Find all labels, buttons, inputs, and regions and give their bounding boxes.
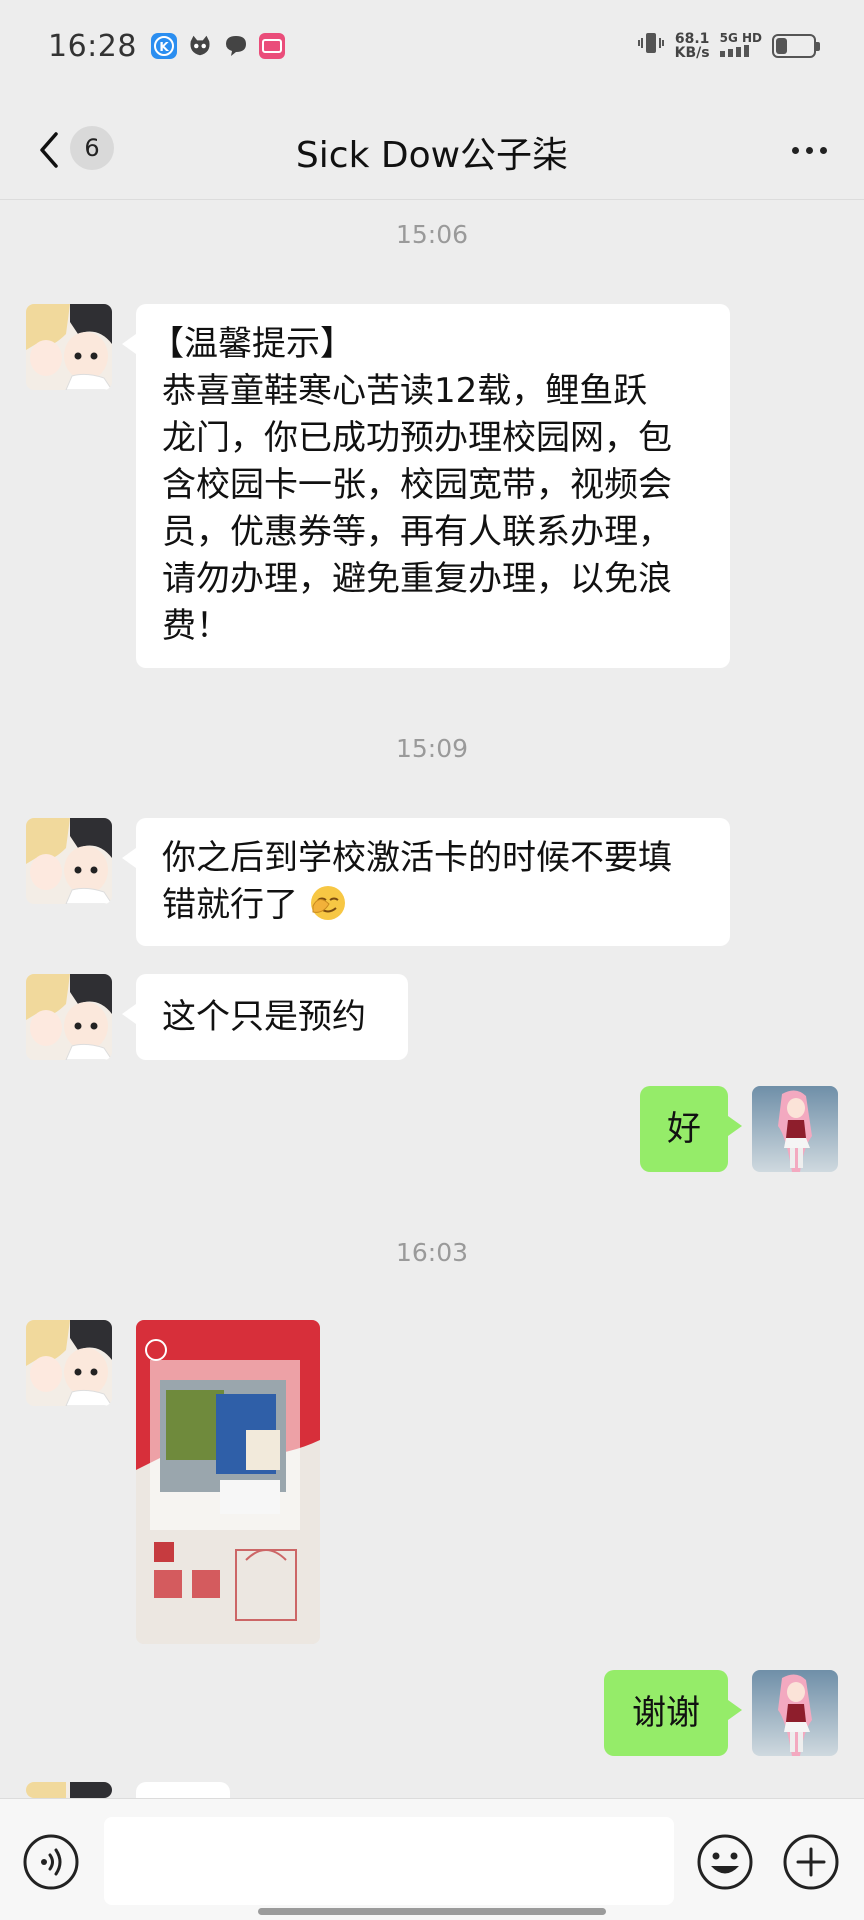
status-clock: 16:28	[48, 28, 137, 64]
home-indicator[interactable]	[258, 1908, 606, 1915]
chat-bubble-icon	[223, 33, 249, 59]
more-options-icon[interactable]	[784, 130, 834, 170]
chat-title: Sick Dow公子柒	[295, 135, 569, 176]
message-text-line: 【温馨提示】	[150, 324, 354, 364]
emoji-icon[interactable]	[696, 1833, 754, 1891]
voice-icon[interactable]	[22, 1833, 80, 1891]
status-bar: 16:28 K 68.1 KB/s 5G HD	[0, 0, 864, 92]
message-text-line: 恭喜童鞋寒心苦读12载，鲤鱼跃	[162, 371, 648, 411]
message-text-line: 员，优惠券等，再有人联系办理，	[162, 512, 672, 552]
signal-indicator: 5G HD	[719, 31, 762, 60]
message-text: 这个只是预约	[162, 997, 366, 1037]
contact-avatar[interactable]	[26, 974, 112, 1060]
incoming-message-bubble[interactable]: 这个只是预约	[122, 974, 408, 1060]
net-speed: 68.1 KB/s	[675, 32, 710, 60]
facepalm-emoji-icon	[310, 886, 345, 920]
incoming-message-bubble[interactable]: 【温馨提示】 恭喜童鞋寒心苦读12载，鲤鱼跃 龙门，你已成功预办理校园网，包 含…	[122, 304, 730, 668]
my-avatar[interactable]	[752, 1670, 838, 1756]
contact-avatar[interactable]	[26, 1320, 112, 1406]
message-text-line: 请勿办理，避免重复办理，以免浪	[162, 559, 672, 599]
status-right: 68.1 KB/s 5G HD	[637, 29, 820, 63]
photo-message[interactable]	[136, 1320, 320, 1644]
message-input[interactable]	[104, 1817, 674, 1905]
message-text: 谢谢	[632, 1693, 700, 1733]
signal-bars-icon	[719, 45, 749, 57]
my-avatar[interactable]	[752, 1086, 838, 1172]
svg-text:K: K	[159, 40, 169, 54]
message-timestamp: 16:03	[395, 1238, 469, 1267]
message-text-line: 费！	[162, 606, 230, 646]
chat-input-bar	[0, 1798, 864, 1920]
outgoing-message-bubble[interactable]: 好	[640, 1086, 742, 1172]
battery-icon	[772, 34, 820, 58]
notification-icons: K	[150, 33, 285, 59]
contact-avatar[interactable]	[26, 1782, 112, 1798]
k-app-icon: K	[150, 33, 177, 59]
message-text-line: 含校园卡一张，校园宽带，视频会	[162, 465, 672, 505]
pink-app-icon	[258, 33, 285, 59]
outgoing-message-bubble[interactable]: 谢谢	[604, 1670, 742, 1756]
vibrate-icon	[637, 29, 665, 63]
net-type-label: 5G HD	[719, 31, 762, 45]
message-text: 错就行了	[162, 885, 298, 925]
message-text: 好	[667, 1109, 701, 1149]
contact-avatar[interactable]	[26, 818, 112, 904]
net-speed-value: 68.1	[674, 31, 710, 47]
cat-app-icon	[187, 33, 213, 59]
incoming-message-bubble[interactable]	[122, 1782, 230, 1832]
message-text-line: 你之后到学校激活卡的时候不要填	[162, 838, 672, 878]
plus-icon[interactable]	[782, 1833, 840, 1891]
message-timestamp: 15:09	[395, 734, 469, 763]
net-speed-unit: KB/s	[674, 45, 710, 61]
message-text-line: 龙门，你已成功预办理校园网，包	[162, 418, 672, 458]
contact-avatar[interactable]	[26, 304, 112, 390]
message-text-line: 错就行了	[162, 882, 704, 929]
incoming-message-bubble[interactable]: 你之后到学校激活卡的时候不要填 错就行了	[122, 818, 730, 946]
battery-level	[776, 38, 787, 54]
message-timestamp: 15:06	[395, 220, 469, 249]
